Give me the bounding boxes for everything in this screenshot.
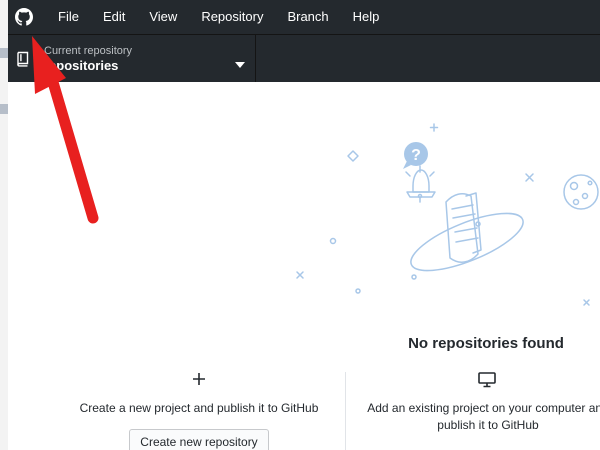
plus-icon bbox=[64, 372, 334, 390]
github-octocat-icon[interactable] bbox=[14, 7, 34, 27]
current-repository-dropdown[interactable]: Current repository repositories bbox=[8, 35, 256, 83]
svg-text:?: ? bbox=[411, 147, 421, 164]
current-repository-label: Current repository bbox=[44, 45, 133, 57]
menu-repository[interactable]: Repository bbox=[189, 0, 275, 34]
menu-edit[interactable]: Edit bbox=[91, 0, 137, 34]
add-existing-repository-description: Add an existing project on your computer… bbox=[367, 401, 600, 432]
create-new-repository-button[interactable]: Create new repository bbox=[129, 429, 269, 450]
no-repositories-title: No repositories found bbox=[408, 335, 564, 352]
menu-branch[interactable]: Branch bbox=[275, 0, 340, 34]
menu-view[interactable]: View bbox=[137, 0, 189, 34]
monitor-icon bbox=[352, 372, 600, 390]
no-repositories-view: ? No repositories found Create a new pro… bbox=[8, 82, 600, 450]
current-repository-value: repositories bbox=[44, 58, 119, 73]
add-existing-repository-card: Add an existing project on your computer… bbox=[352, 372, 600, 434]
repo-book-icon bbox=[16, 51, 30, 67]
background-fragment bbox=[0, 104, 8, 114]
github-desktop-window: File Edit View Repository Branch Help Cu… bbox=[8, 0, 600, 450]
toolbar: Current repository repositories bbox=[8, 34, 600, 83]
menu-bar: File Edit View Repository Branch Help bbox=[8, 0, 600, 34]
cards-divider bbox=[345, 372, 346, 450]
current-repository-text: Current repository repositories bbox=[44, 44, 132, 74]
background-fragment bbox=[0, 48, 8, 58]
menu-file[interactable]: File bbox=[46, 0, 91, 34]
create-repository-card: Create a new project and publish it to G… bbox=[64, 372, 334, 450]
create-repository-description: Create a new project and publish it to G… bbox=[79, 401, 319, 415]
chevron-down-icon bbox=[235, 55, 245, 68]
menu-help[interactable]: Help bbox=[341, 0, 392, 34]
empty-state-illustration: ? bbox=[296, 123, 599, 306]
